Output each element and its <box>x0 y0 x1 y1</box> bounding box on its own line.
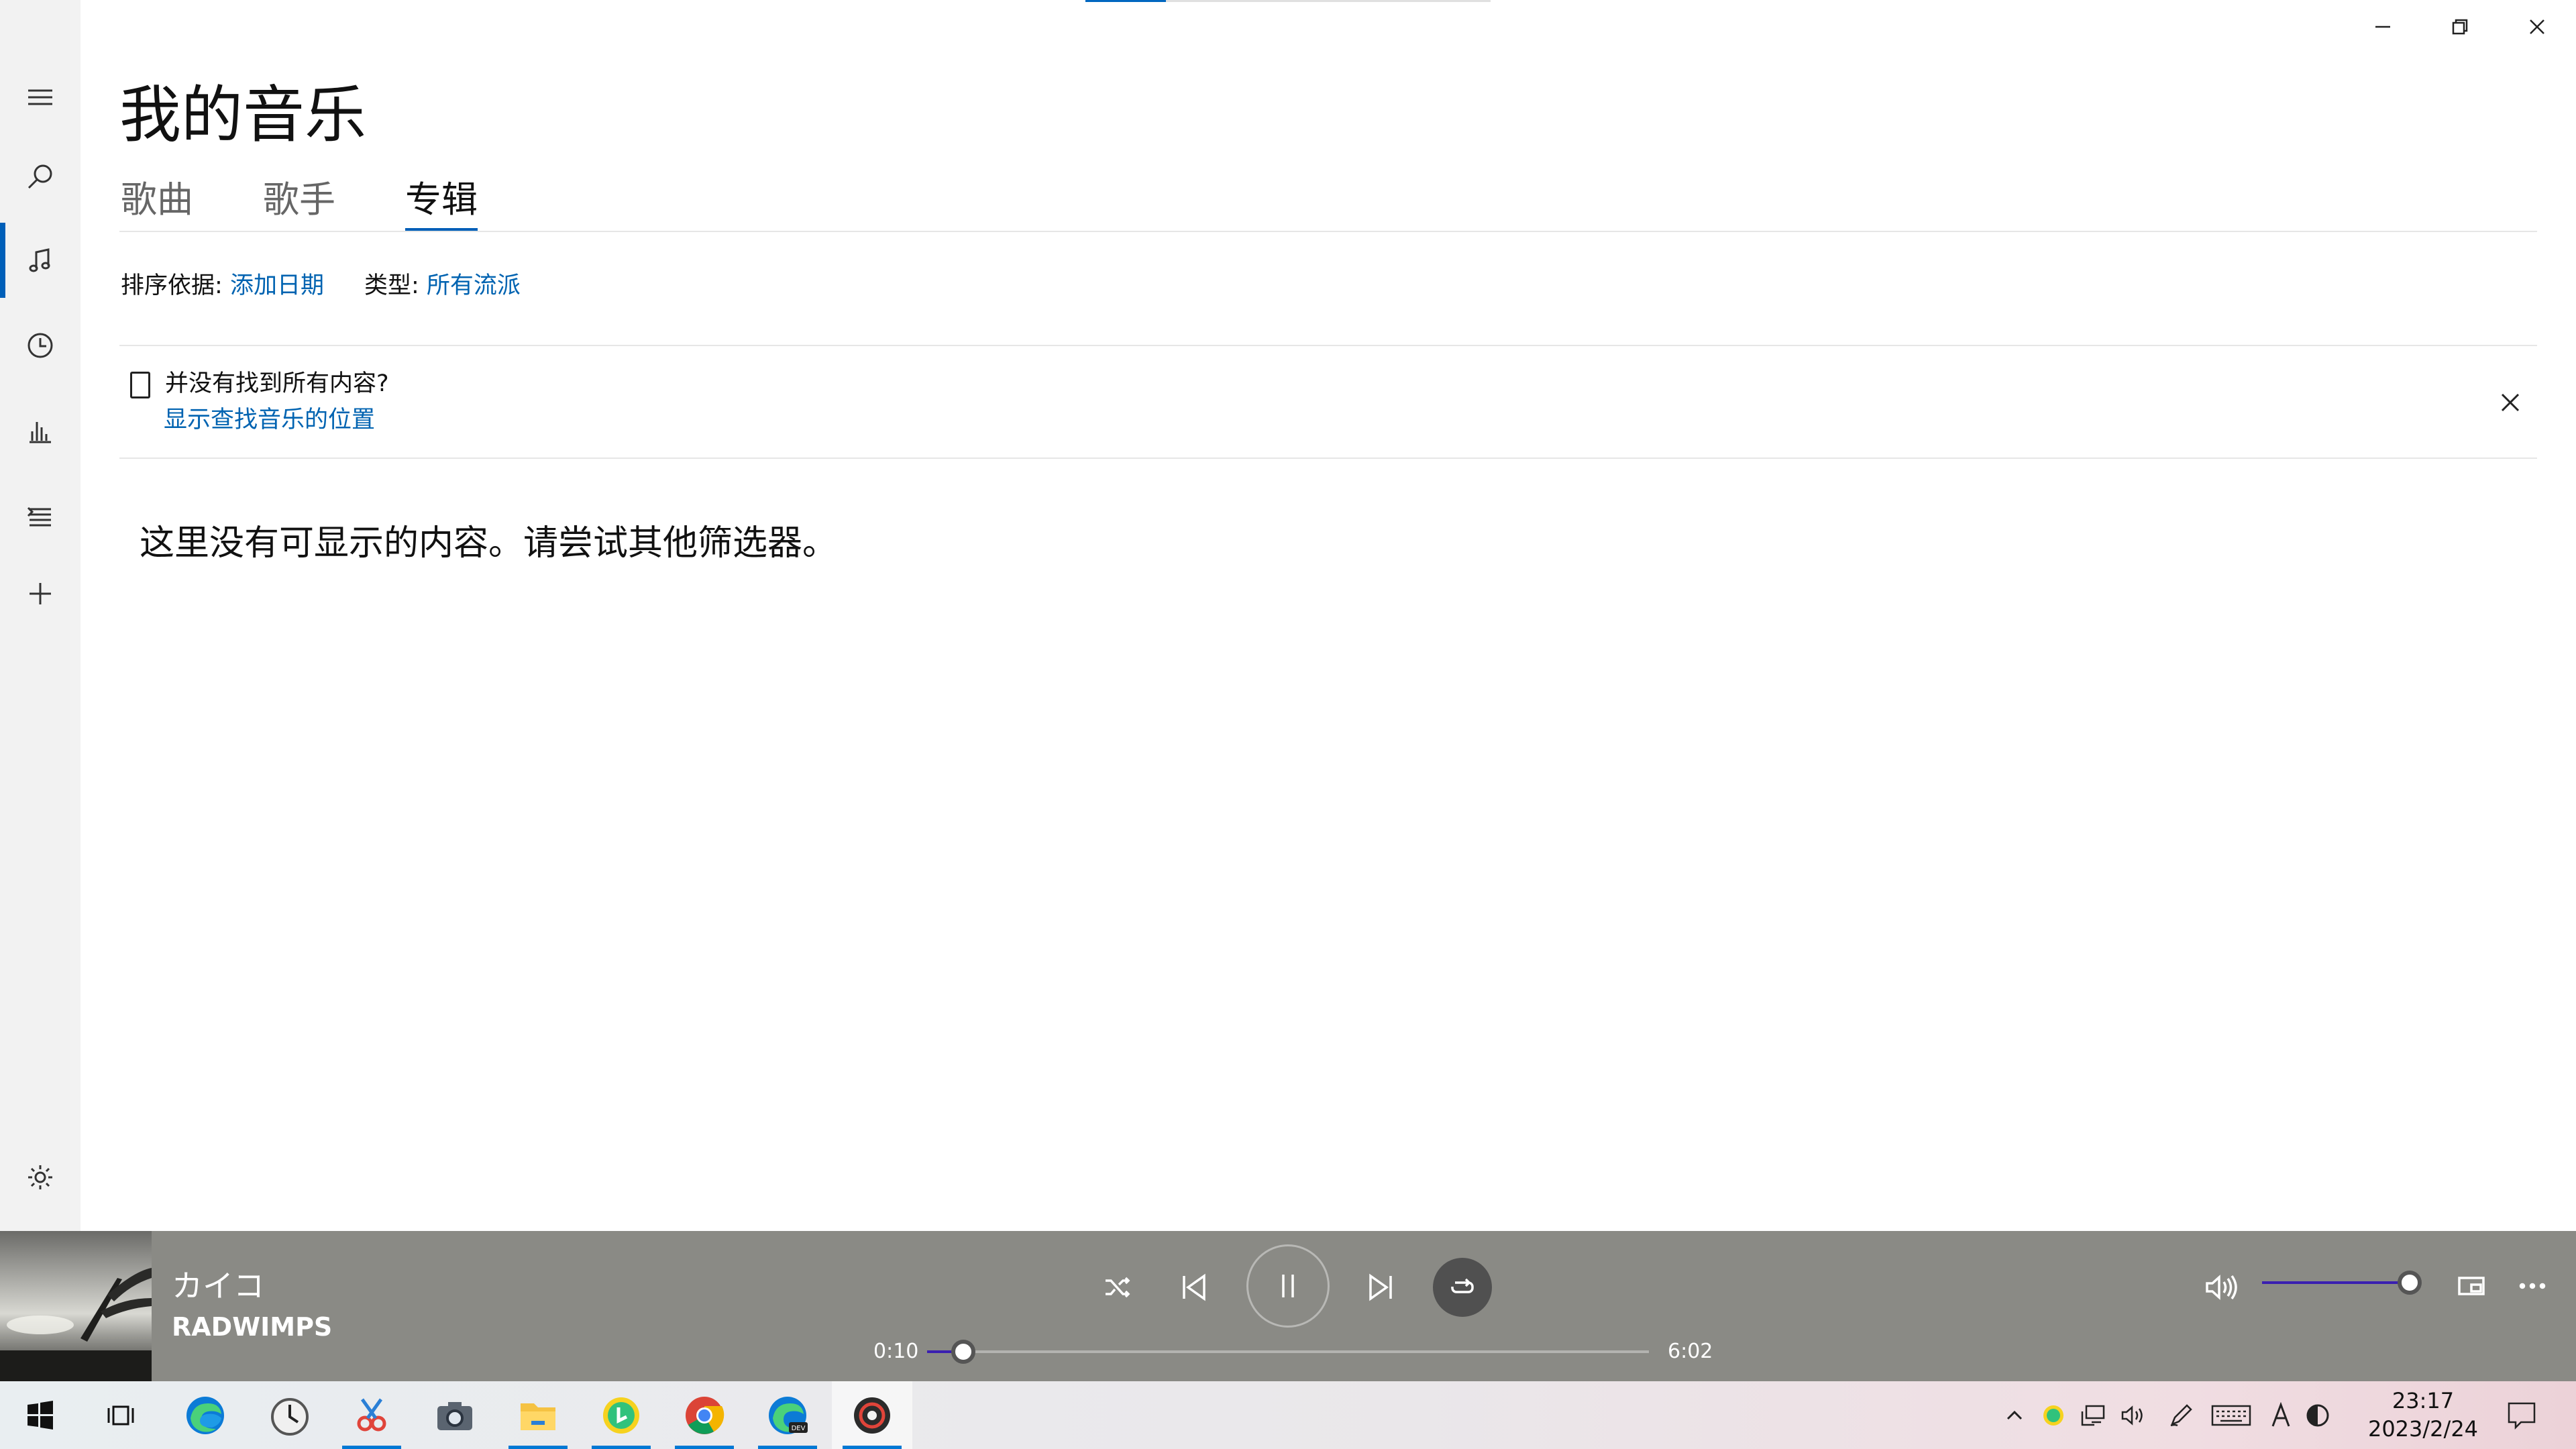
explorer-running-indicator <box>508 1446 568 1449</box>
device-icon <box>130 372 150 398</box>
close-icon[interactable] <box>2497 389 2524 416</box>
pause-button[interactable] <box>1246 1244 1330 1328</box>
clock-icon[interactable] <box>0 309 80 382</box>
snip-icon[interactable] <box>331 1381 412 1449</box>
playlist-icon[interactable] <box>0 479 80 553</box>
more-options-icon[interactable] <box>2509 1266 2556 1306</box>
svg-text:DEV: DEV <box>792 1425 806 1432</box>
clock-app-icon[interactable] <box>250 1381 330 1449</box>
gear-icon[interactable] <box>0 1140 80 1214</box>
sort-filter[interactable]: 排序依据: 添加日期 <box>121 270 324 302</box>
show-music-locations-link[interactable]: 显示查找音乐的位置 <box>164 404 375 436</box>
chrome-icon[interactable] <box>664 1381 745 1449</box>
elapsed-time: 0:10 <box>873 1340 919 1363</box>
banner-title: 并没有找到所有内容? <box>165 370 389 397</box>
network-icon[interactable] <box>2076 1381 2110 1449</box>
minimize-button[interactable] <box>2344 0 2421 54</box>
pivot-tabs: 歌曲 歌手 专辑 <box>121 174 478 232</box>
volume-icon[interactable] <box>2194 1260 2247 1314</box>
mini-player-icon[interactable] <box>2451 1266 2491 1306</box>
input-method-icon[interactable] <box>2266 1381 2296 1449</box>
previous-button[interactable] <box>1167 1260 1221 1314</box>
nav-rail <box>0 0 80 1231</box>
groove-running-indicator <box>843 1446 902 1449</box>
repeat-button[interactable] <box>1433 1258 1492 1317</box>
edge-dev-running-indicator <box>758 1446 817 1449</box>
taskbar-clock[interactable]: 23:17 2023/2/24 <box>2361 1387 2485 1443</box>
groove-music-icon[interactable] <box>832 1381 912 1449</box>
seek-bar-thumb[interactable] <box>951 1340 975 1364</box>
clock-time: 23:17 <box>2392 1388 2455 1413</box>
volume-slider-thumb[interactable] <box>2398 1271 2422 1295</box>
now-playing-bar: カイコ RADWIMPS 0:10 6:02 <box>0 1231 2576 1381</box>
plus-icon[interactable] <box>0 557 80 631</box>
qq-music-icon[interactable] <box>581 1381 661 1449</box>
banner-divider <box>119 458 2537 459</box>
search-icon[interactable] <box>0 140 80 213</box>
notification-center-icon[interactable] <box>2500 1381 2544 1449</box>
track-artist[interactable]: RADWIMPS <box>172 1310 332 1344</box>
tabs-divider <box>119 231 2537 232</box>
pen-icon[interactable] <box>2165 1381 2196 1449</box>
album-art[interactable] <box>0 1231 152 1381</box>
genre-filter[interactable]: 类型: 所有流派 <box>364 270 521 302</box>
task-view-icon[interactable] <box>80 1381 161 1449</box>
close-window-button[interactable] <box>2498 0 2575 54</box>
info-banner: 并没有找到所有内容? 显示查找音乐的位置 <box>119 346 2537 458</box>
edge-dev-icon[interactable]: DEV <box>747 1381 828 1449</box>
filter-row: 排序依据: 添加日期 类型: 所有流派 <box>121 270 521 302</box>
page-title: 我的音乐 <box>119 79 367 151</box>
total-time: 6:02 <box>1668 1340 1713 1363</box>
edge-icon[interactable] <box>165 1381 246 1449</box>
taskbar: DEV 23:17 2023/2/24 <box>0 1381 2576 1449</box>
volume-slider[interactable] <box>2262 1271 2422 1295</box>
speaker-icon[interactable] <box>2117 1381 2148 1449</box>
tab-albums[interactable]: 专辑 <box>405 174 478 232</box>
qq-music-tray-icon[interactable] <box>2038 1381 2069 1449</box>
restore-button[interactable] <box>2421 0 2498 54</box>
genre-value[interactable]: 所有流派 <box>427 272 521 299</box>
chrome-running-indicator <box>675 1446 734 1449</box>
sort-value[interactable]: 添加日期 <box>230 272 324 299</box>
menu-icon[interactable] <box>0 60 80 134</box>
next-button[interactable] <box>1354 1260 1407 1314</box>
sort-label: 排序依据: <box>121 272 223 299</box>
loading-bar-fill <box>1085 0 1166 2</box>
chevron-up-icon[interactable] <box>1999 1381 2030 1449</box>
music-note-icon[interactable] <box>0 223 80 297</box>
tab-songs[interactable]: 歌曲 <box>121 174 193 228</box>
bar-chart-icon[interactable] <box>0 394 80 468</box>
empty-state-message: 这里没有可显示的内容。请尝试其他筛选器。 <box>140 523 838 564</box>
track-title[interactable]: カイコ <box>172 1266 264 1306</box>
windows-start-icon[interactable] <box>0 1381 80 1449</box>
keyboard-icon[interactable] <box>2207 1381 2255 1449</box>
tab-artists[interactable]: 歌手 <box>263 174 335 228</box>
clock-date: 2023/2/24 <box>2367 1416 2479 1442</box>
genre-label: 类型: <box>364 272 419 299</box>
shuffle-button[interactable] <box>1093 1263 1142 1311</box>
snip-running-indicator <box>342 1446 401 1449</box>
file-explorer-icon[interactable] <box>498 1381 578 1449</box>
volume-slider-fill <box>2262 1281 2410 1284</box>
qq-music-running-indicator <box>592 1446 651 1449</box>
seek-bar[interactable] <box>927 1340 1649 1364</box>
camera-icon[interactable] <box>415 1381 495 1449</box>
night-light-icon[interactable] <box>2301 1381 2334 1449</box>
loading-bar <box>1085 0 1491 2</box>
